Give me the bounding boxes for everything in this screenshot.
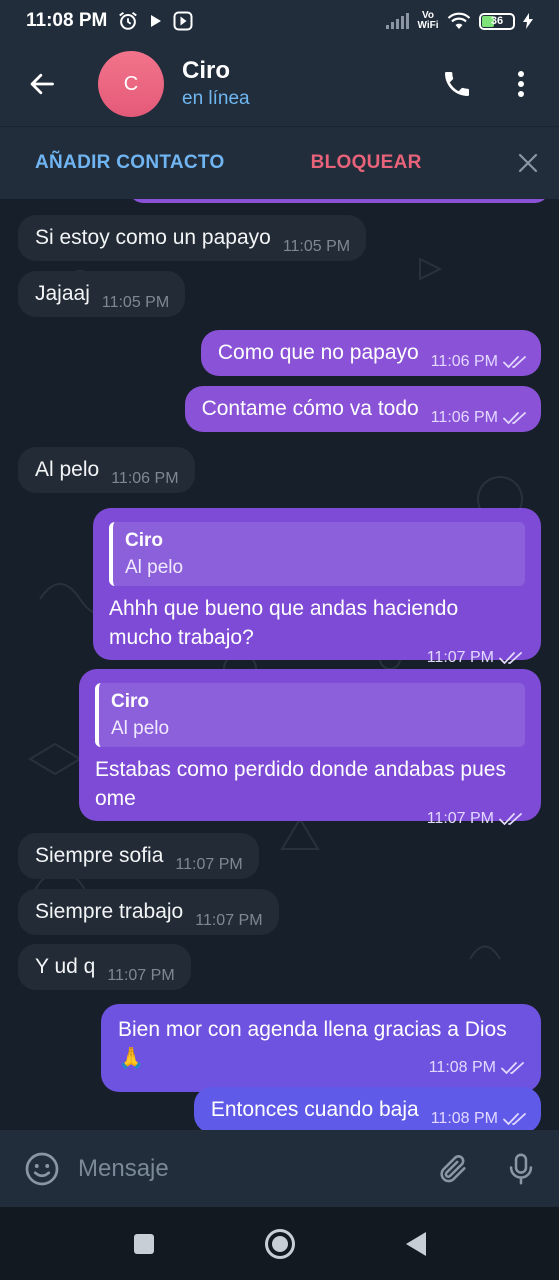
message-time: 11:07 PM bbox=[426, 810, 494, 827]
message-text: Y ud q bbox=[35, 955, 96, 978]
chat-title-area[interactable]: Ciro en línea bbox=[182, 56, 250, 112]
message-outgoing[interactable]: Como que no papayo 11:06 PM bbox=[200, 330, 541, 376]
telegram-chat-screen: 11:08 PM Vo WiFi 36 C Ciro en línea AÑAD… bbox=[0, 0, 559, 1280]
message-text: Siempre trabajo bbox=[35, 900, 184, 923]
message-time: 11:06 PM bbox=[430, 409, 498, 426]
message-outgoing-reply[interactable]: Ciro Al pelo Estabas como perdido donde … bbox=[79, 669, 541, 827]
double-check-icon bbox=[501, 1061, 524, 1074]
message-outgoing-reply[interactable]: Ciro Al pelo Ahhh que bueno que andas ha… bbox=[93, 508, 541, 666]
message-incoming[interactable]: Al pelo 11:06 PM bbox=[18, 447, 195, 493]
message-incoming[interactable]: Jajaaj 11:05 PM bbox=[18, 271, 186, 317]
back-triangle-icon bbox=[405, 1231, 426, 1256]
call-button[interactable] bbox=[425, 52, 489, 116]
alarm-icon bbox=[117, 10, 139, 32]
message-time: 11:07 PM bbox=[107, 967, 175, 984]
message-time: 11:06 PM bbox=[430, 353, 498, 370]
message-text: Siempre sofia bbox=[35, 844, 164, 867]
quoted-sender: Ciro bbox=[125, 530, 163, 551]
wifi-icon bbox=[447, 12, 471, 30]
message-time: 11:05 PM bbox=[282, 238, 351, 255]
message-text: Como que no papayo bbox=[217, 341, 419, 364]
message-text: Contame cómo va todo bbox=[201, 397, 419, 420]
quoted-message[interactable]: Ciro Al pelo bbox=[109, 522, 525, 586]
close-icon bbox=[518, 153, 538, 173]
clipped-message-bubble bbox=[129, 199, 549, 203]
chat-header: C Ciro en línea bbox=[0, 42, 559, 126]
double-check-icon bbox=[499, 652, 522, 665]
contact-name: Ciro bbox=[182, 57, 230, 84]
attach-button[interactable] bbox=[419, 1137, 487, 1201]
message-text: Entonces cuando baja bbox=[210, 1098, 419, 1121]
message-incoming[interactable]: Y ud q 11:07 PM bbox=[18, 944, 191, 990]
voice-record-button[interactable] bbox=[487, 1137, 555, 1201]
avatar[interactable]: C bbox=[98, 51, 164, 117]
more-vert-icon bbox=[518, 71, 524, 97]
signal-icon bbox=[385, 13, 409, 29]
message-time: 11:05 PM bbox=[101, 294, 170, 311]
contact-status: en línea bbox=[182, 88, 250, 109]
message-incoming[interactable]: Si estoy como un papayo 11:05 PM bbox=[18, 215, 367, 261]
play-icon bbox=[149, 13, 163, 29]
message-outgoing[interactable]: Entonces cuando baja 11:08 PM bbox=[193, 1087, 541, 1130]
close-action-bar-button[interactable] bbox=[497, 132, 559, 194]
message-time: 11:07 PM bbox=[426, 649, 494, 666]
message-input-bar: Mensaje bbox=[0, 1130, 559, 1207]
home-button[interactable] bbox=[260, 1224, 300, 1264]
double-check-icon bbox=[499, 813, 522, 826]
double-check-icon bbox=[503, 356, 526, 369]
double-check-icon bbox=[503, 412, 526, 425]
message-list[interactable]: Si estoy como un papayo 11:05 PM Jajaaj … bbox=[0, 199, 559, 1130]
message-incoming[interactable]: Siempre trabajo 11:07 PM bbox=[18, 889, 279, 935]
message-time: 11:06 PM bbox=[111, 470, 179, 487]
quoted-message[interactable]: Ciro Al pelo bbox=[95, 683, 525, 747]
recents-square-icon bbox=[133, 1233, 154, 1254]
message-time: 11:07 PM bbox=[175, 856, 243, 873]
message-text: Jajaaj bbox=[35, 282, 90, 305]
attach-icon bbox=[440, 1154, 466, 1182]
quoted-text: Al pelo bbox=[111, 718, 170, 739]
message-time: 11:08 PM bbox=[428, 1059, 496, 1076]
message-time: 11:08 PM bbox=[430, 1110, 498, 1127]
home-circle-icon bbox=[264, 1228, 295, 1259]
message-text: Si estoy como un papayo bbox=[35, 226, 271, 249]
message-input[interactable]: Mensaje bbox=[78, 1155, 169, 1183]
recents-button[interactable] bbox=[124, 1224, 164, 1264]
mic-icon bbox=[509, 1153, 533, 1184]
battery-level: 36 bbox=[490, 15, 504, 27]
double-check-icon bbox=[503, 1113, 526, 1126]
message-outgoing[interactable]: Bien mor con agenda llena gracias a Dios… bbox=[101, 1004, 541, 1092]
more-options-button[interactable] bbox=[489, 52, 553, 116]
status-bar: 11:08 PM Vo WiFi 36 bbox=[0, 0, 559, 42]
contact-action-bar: AÑADIR CONTACTO BLOQUEAR bbox=[0, 126, 559, 199]
message-text: Ahhh que bueno que andas haciendo mucho … bbox=[109, 597, 459, 649]
status-time: 11:08 PM bbox=[26, 10, 108, 31]
charging-icon bbox=[523, 13, 533, 29]
block-button[interactable]: BLOQUEAR bbox=[311, 152, 422, 174]
avatar-letter: C bbox=[123, 72, 139, 95]
message-time: 11:07 PM bbox=[195, 912, 263, 929]
message-outgoing[interactable]: Contame cómo va todo 11:06 PM bbox=[184, 386, 541, 432]
message-text: Estabas como perdido donde andabas pues … bbox=[95, 758, 506, 810]
phone-icon bbox=[445, 72, 469, 96]
add-contact-button[interactable]: AÑADIR CONTACTO bbox=[35, 152, 225, 174]
battery-icon: 36 bbox=[479, 12, 515, 30]
message-text: Al pelo bbox=[35, 458, 100, 481]
emoji-button[interactable] bbox=[10, 1137, 74, 1201]
message-incoming[interactable]: Siempre sofia 11:07 PM bbox=[18, 833, 259, 879]
system-nav-bar bbox=[0, 1207, 559, 1280]
vowifi-label: Vo WiFi bbox=[417, 10, 439, 31]
quoted-text: Al pelo bbox=[125, 557, 184, 578]
emoji-icon bbox=[25, 1152, 59, 1185]
media-icon bbox=[173, 11, 193, 31]
back-button[interactable] bbox=[0, 42, 84, 126]
quoted-sender: Ciro bbox=[111, 691, 149, 712]
back-arrow-icon bbox=[30, 73, 54, 95]
back-nav-button[interactable] bbox=[396, 1224, 436, 1264]
